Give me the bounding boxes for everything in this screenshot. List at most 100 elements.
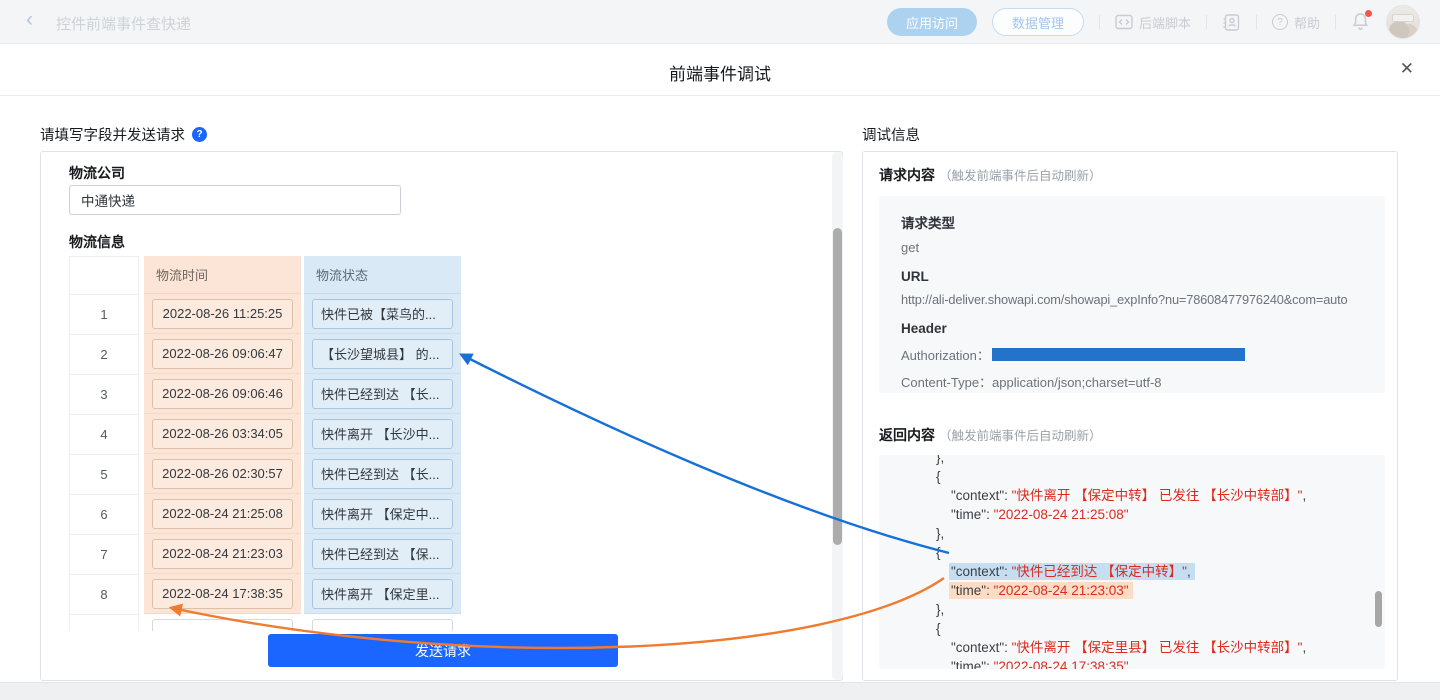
time-cell-box[interactable]: 2022-08-24 21:25:08 bbox=[152, 499, 293, 529]
table-row-index: 6 bbox=[70, 495, 138, 535]
status-cell-box[interactable]: 快件离开 【长沙中... bbox=[312, 419, 453, 449]
backend-script-button[interactable]: 后端脚本 bbox=[1115, 13, 1191, 32]
table-row-time: 2022-08-26 11:25:25 bbox=[144, 294, 301, 334]
logistics-info-label: 物流信息 bbox=[69, 232, 125, 252]
topbar-actions: 应用访问 数据管理 后端脚本 ? 帮助 bbox=[887, 0, 1420, 44]
time-cell-box[interactable]: 2022-08-26 09:06:46 bbox=[152, 379, 293, 409]
response-json-box: },{"context": "快件离开 【保定中转】 已发往 【长沙中转部】",… bbox=[879, 455, 1385, 669]
app-access-button[interactable]: 应用访问 bbox=[887, 8, 977, 36]
time-cell-box[interactable]: 2022-08-26 03:34:05 bbox=[152, 419, 293, 449]
status-cell-box[interactable]: 快件已经到达 【保... bbox=[312, 539, 453, 569]
table-row-index bbox=[70, 615, 138, 631]
close-icon[interactable]: ✕ bbox=[1400, 59, 1414, 79]
status-cell-box[interactable]: 快件已经到达 【长... bbox=[312, 459, 453, 489]
left-scrollbar-thumb[interactable] bbox=[833, 228, 842, 545]
table-row-index: 3 bbox=[70, 375, 138, 415]
data-manage-button[interactable]: 数据管理 bbox=[992, 8, 1084, 36]
code-scrollbar-thumb[interactable] bbox=[1375, 591, 1382, 627]
divider bbox=[1256, 15, 1257, 29]
time-cell-box[interactable]: 2022-08-26 02:30:57 bbox=[152, 459, 293, 489]
left-scrollbar-track[interactable] bbox=[832, 152, 843, 680]
json-line: "time": "2022-08-24 17:38:35" bbox=[879, 657, 1385, 669]
table-row-status: 快件已经到达 【长... bbox=[304, 454, 461, 494]
table-row-status: 快件离开 【长沙中... bbox=[304, 414, 461, 454]
form-section-title-row: 请填写字段并发送请求 ? bbox=[40, 124, 207, 145]
json-code: },{"context": "快件离开 【保定中转】 已发往 【长沙中转部】",… bbox=[879, 455, 1385, 669]
json-line: "context": "快件离开 【保定中转】 已发往 【长沙中转部】", bbox=[879, 486, 1385, 505]
index-header bbox=[70, 257, 138, 295]
table-row-status: 快件离开 【保定中... bbox=[304, 494, 461, 534]
help-circle-icon: ? bbox=[1272, 14, 1288, 30]
topbar: ‹ 控件前端事件查快递 应用访问 数据管理 后端脚本 ? 帮助 bbox=[0, 0, 1440, 44]
table-row-time: 2022-08-24 21:25:08 bbox=[144, 494, 301, 534]
time-cell-box[interactable]: 2022-08-26 11:25:25 bbox=[152, 299, 293, 329]
page-bottom-strip bbox=[0, 682, 1440, 700]
table-row-index: 1 bbox=[70, 295, 138, 335]
blue-highlight: "context": "快件已经到达 【保定中转】", bbox=[949, 563, 1195, 580]
response-content-row: 返回内容 （触发前端事件后自动刷新） bbox=[879, 425, 1102, 445]
table-row-time: 2022-08-26 03:34:05 bbox=[144, 414, 301, 454]
json-line: }, bbox=[879, 600, 1385, 619]
table-row-status: 【长沙望城县】 的... bbox=[304, 334, 461, 374]
dialog-header: 前端事件调试 ✕ bbox=[0, 44, 1440, 96]
url-value: http://ali-deliver.showapi.com/showapi_e… bbox=[901, 292, 1377, 307]
request-content-title: 请求内容 bbox=[879, 165, 935, 185]
table-row-status: 快件已经到达 【长... bbox=[304, 374, 461, 414]
table-row-time: 2022-08-26 02:30:57 bbox=[144, 454, 301, 494]
debug-panel-title: 调试信息 bbox=[862, 124, 920, 145]
table-row-status: 快件已经到达 【保... bbox=[304, 534, 461, 574]
question-help-icon[interactable]: ? bbox=[192, 127, 207, 142]
time-cell-box[interactable] bbox=[152, 619, 293, 632]
table-time-column: 物流时间 2022-08-26 11:25:252022-08-26 09:06… bbox=[144, 256, 301, 631]
table-row-status: 快件已被【菜鸟的... bbox=[304, 294, 461, 334]
time-cell-box[interactable]: 2022-08-24 21:23:03 bbox=[152, 539, 293, 569]
json-line: "context": "快件已经到达 【保定中转】", bbox=[879, 562, 1385, 581]
backend-script-label: 后端脚本 bbox=[1139, 13, 1191, 32]
help-label: 帮助 bbox=[1294, 13, 1320, 32]
table-row-index: 2 bbox=[70, 335, 138, 375]
notification-bell-icon[interactable] bbox=[1351, 11, 1371, 33]
form-section-title: 请填写字段并发送请求 bbox=[40, 124, 185, 145]
json-line: }, bbox=[879, 455, 1385, 467]
status-cell-box[interactable]: 快件已经到达 【长... bbox=[312, 379, 453, 409]
table-row-index: 8 bbox=[70, 575, 138, 615]
authorization-label: Authorization： bbox=[901, 345, 990, 364]
dialog-title: 前端事件调试 bbox=[0, 60, 1440, 85]
help-menu-item[interactable]: ? 帮助 bbox=[1272, 13, 1320, 32]
status-cell-box[interactable]: 快件离开 【保定中... bbox=[312, 499, 453, 529]
request-type-value: get bbox=[901, 240, 1377, 255]
status-cell-box[interactable] bbox=[312, 619, 453, 632]
json-line: }, bbox=[879, 524, 1385, 543]
time-cell-box[interactable]: 2022-08-26 09:06:47 bbox=[152, 339, 293, 369]
url-label: URL bbox=[901, 269, 1377, 284]
status-column-header: 物流状态 bbox=[304, 256, 461, 294]
json-line: { bbox=[879, 543, 1385, 562]
divider bbox=[1206, 15, 1207, 29]
table-row-time: 2022-08-24 21:23:03 bbox=[144, 534, 301, 574]
json-line: { bbox=[879, 467, 1385, 486]
status-cell-box[interactable]: 快件已被【菜鸟的... bbox=[312, 299, 453, 329]
request-detail-box: 请求类型 get URL http://ali-deliver.showapi.… bbox=[879, 196, 1385, 393]
logistics-table: 12345678 物流时间 2022-08-26 11:25:252022-08… bbox=[69, 256, 461, 631]
authorization-line: Authorization： bbox=[901, 345, 1377, 364]
contacts-icon[interactable] bbox=[1222, 13, 1241, 32]
table-row-time: 2022-08-24 17:38:35 bbox=[144, 574, 301, 614]
table-row-status bbox=[304, 614, 461, 631]
table-row-time: 2022-08-26 09:06:47 bbox=[144, 334, 301, 374]
table-row-time: 2022-08-26 09:06:46 bbox=[144, 374, 301, 414]
send-request-button[interactable]: 发送请求 bbox=[268, 634, 618, 667]
user-avatar[interactable] bbox=[1386, 5, 1420, 39]
time-cell-box[interactable]: 2022-08-24 17:38:35 bbox=[152, 579, 293, 609]
divider bbox=[1099, 15, 1100, 29]
status-cell-box[interactable]: 【长沙望城县】 的... bbox=[312, 339, 453, 369]
table-row-index: 4 bbox=[70, 415, 138, 455]
header-label: Header bbox=[901, 321, 1377, 336]
response-content-title: 返回内容 bbox=[879, 425, 935, 445]
status-cell-box[interactable]: 快件离开 【保定里... bbox=[312, 579, 453, 609]
request-type-label: 请求类型 bbox=[901, 212, 1377, 232]
table-index-column: 12345678 bbox=[69, 256, 139, 631]
json-line: "time": "2022-08-24 21:23:03" bbox=[879, 581, 1385, 600]
table-row-status: 快件离开 【保定里... bbox=[304, 574, 461, 614]
company-input[interactable] bbox=[69, 185, 401, 215]
back-chevron-icon[interactable]: ‹ bbox=[26, 8, 33, 32]
